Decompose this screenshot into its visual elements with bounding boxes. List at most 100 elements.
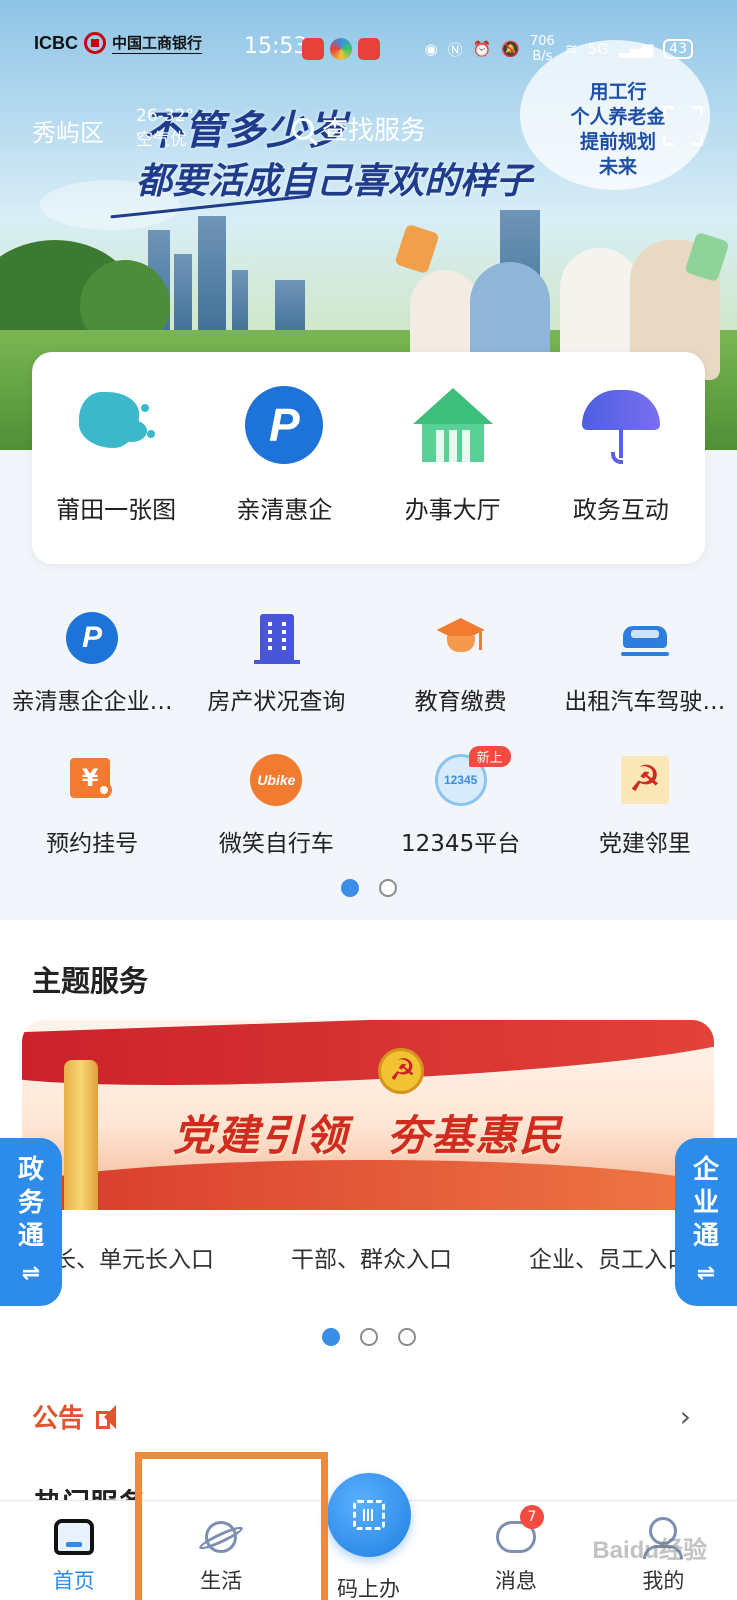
quick-service-label: 党建邻里 bbox=[598, 831, 691, 857]
quick-service-item[interactable]: P 亲清惠企企业… bbox=[0, 610, 184, 752]
quick-service-item[interactable]: 房产状况查询 bbox=[184, 610, 368, 752]
message-icon: 7 bbox=[494, 1505, 544, 1559]
weather-widget[interactable]: 26-32° 空气优 bbox=[136, 104, 194, 152]
promo-line: 未来 bbox=[598, 156, 637, 178]
quick-service-label: 12345平台 bbox=[401, 831, 521, 857]
status-right-group: ◉ Ⓝ ⏰ 🔕 706 B/s ≋ 5G ▂▄▆ 43 bbox=[425, 34, 693, 64]
switch-icon: ⇌ bbox=[21, 1261, 41, 1286]
service-interaction[interactable]: 政务互动 bbox=[537, 352, 705, 564]
nav-label: 首页 bbox=[52, 1569, 95, 1593]
mute-icon: 🔕 bbox=[501, 40, 520, 58]
quick-service-item[interactable]: ¥ 预约挂号 bbox=[0, 752, 184, 894]
grid-page-indicator bbox=[0, 879, 737, 897]
side-tab-char: 企 bbox=[692, 1155, 719, 1185]
map-icon bbox=[73, 382, 159, 468]
hall-icon bbox=[410, 382, 496, 468]
banner-slogan-line2: 都要活成自己喜欢的样子 bbox=[136, 161, 533, 202]
quick-service-label: 教育缴费 bbox=[414, 689, 507, 715]
baidu-watermark: Baidu经验 bbox=[592, 1537, 707, 1564]
theme-page-indicator bbox=[0, 1328, 737, 1346]
app-notification-icon bbox=[302, 38, 324, 60]
quick-service-label: 预约挂号 bbox=[46, 831, 139, 857]
theme-banner[interactable]: 党建引领 夯基惠民 bbox=[22, 1020, 714, 1210]
building-decoration bbox=[198, 216, 226, 340]
notice-bar[interactable]: 公告 bbox=[32, 1398, 124, 1435]
notice-label: 公告 bbox=[32, 1404, 85, 1434]
wifi-icon: ≋ bbox=[564, 40, 578, 58]
entry-tab-cadre[interactable]: 干部、群众入口 bbox=[291, 1240, 452, 1280]
bike-icon: Ubike bbox=[248, 752, 304, 808]
message-count-badge: 7 bbox=[519, 1505, 544, 1529]
nav-messages[interactable]: 7 消息 bbox=[442, 1501, 589, 1600]
service-label: 莆田一张图 bbox=[56, 496, 177, 524]
quick-service-label: 房产状况查询 bbox=[207, 689, 346, 715]
umbrella-icon bbox=[578, 382, 664, 468]
search-button[interactable]: 查找服务 bbox=[292, 110, 426, 147]
page-dot[interactable] bbox=[359, 1328, 378, 1346]
quick-service-item[interactable]: 出租汽车驾驶… bbox=[553, 610, 737, 752]
status-time: 15:53 bbox=[244, 34, 308, 59]
nav-code-service[interactable]: 码上办 bbox=[295, 1473, 442, 1600]
net-speed-value: 706 bbox=[529, 34, 555, 49]
page-dot[interactable] bbox=[378, 879, 397, 897]
side-tab-char: 业 bbox=[692, 1188, 719, 1218]
service-label: 亲清惠企 bbox=[236, 496, 333, 524]
hotline-icon: 12345 新上 bbox=[433, 746, 511, 808]
main-services-card: 莆田一张图 P 亲清惠企 办事大厅 政务互动 bbox=[32, 352, 705, 564]
weather-temp: 26-32° bbox=[136, 106, 194, 126]
wave-decoration bbox=[22, 1160, 714, 1210]
page-dot[interactable] bbox=[340, 879, 359, 897]
service-putian-map[interactable]: 莆田一张图 bbox=[32, 352, 200, 564]
quick-services-grid: P 亲清惠企企业… 房产状况查询 教育缴费 出租汽车驾驶… ¥ 预约挂号 Ubi… bbox=[0, 610, 737, 894]
party-emblem-icon: ☭ bbox=[617, 752, 673, 808]
nav-label: 码上办 bbox=[337, 1577, 401, 1600]
gov-service-side-tab[interactable]: 政 务 通 ⇌ bbox=[0, 1138, 62, 1306]
quick-service-item[interactable]: Ubike 微笑自行车 bbox=[184, 752, 368, 894]
building-icon bbox=[248, 610, 304, 666]
new-badge: 新上 bbox=[468, 746, 511, 767]
side-tab-char: 通 bbox=[692, 1221, 719, 1251]
search-icon bbox=[292, 117, 314, 140]
quick-service-item[interactable]: ☭ 党建邻里 bbox=[553, 752, 737, 894]
scan-icon[interactable] bbox=[663, 106, 703, 146]
service-qinqing[interactable]: P 亲清惠企 bbox=[200, 352, 368, 564]
party-emblem-icon bbox=[378, 1048, 424, 1094]
enterprise-side-tab[interactable]: 企 业 通 ⇌ bbox=[675, 1138, 737, 1306]
registration-icon: ¥ bbox=[64, 752, 120, 808]
side-tab-char: 政 bbox=[17, 1155, 44, 1185]
service-hall[interactable]: 办事大厅 bbox=[369, 352, 537, 564]
app-notification-icon bbox=[330, 38, 352, 60]
page-dot[interactable] bbox=[321, 1328, 340, 1346]
page-dot[interactable] bbox=[397, 1328, 416, 1346]
qinqing-logo-icon: P bbox=[64, 610, 120, 666]
nav-home[interactable]: 首页 bbox=[0, 1501, 147, 1600]
quick-service-item[interactable]: 教育缴费 bbox=[369, 610, 553, 752]
icbc-logo-icon bbox=[84, 32, 106, 54]
status-bar: ICBC 中国工商银行 15:53 ◉ Ⓝ ⏰ 🔕 706 B/s ≋ 5G ▂… bbox=[0, 30, 737, 70]
signal-bars-icon: ▂▄▆ bbox=[618, 40, 654, 58]
net-speed: 706 B/s bbox=[530, 34, 555, 64]
speaker-icon bbox=[96, 1403, 124, 1431]
entry-tab-enterprise[interactable]: 企业、员工入口 bbox=[529, 1240, 690, 1280]
location-selector[interactable]: 秀屿区 bbox=[32, 113, 104, 148]
side-tab-char: 通 bbox=[17, 1221, 44, 1251]
alarm-icon: ⏰ bbox=[472, 40, 492, 58]
chevron-right-icon[interactable]: › bbox=[680, 1400, 691, 1433]
icbc-notification: ICBC 中国工商银行 bbox=[34, 32, 203, 54]
quick-service-label: 亲清惠企企业… bbox=[11, 689, 173, 715]
switch-icon: ⇌ bbox=[696, 1261, 716, 1286]
nav-life[interactable]: 生活 bbox=[147, 1501, 294, 1600]
side-tab-char: 务 bbox=[17, 1188, 44, 1218]
home-icon bbox=[52, 1515, 96, 1559]
icbc-text: ICBC bbox=[34, 32, 78, 53]
theme-banner-text: 党建引领 夯基惠民 bbox=[172, 1111, 564, 1160]
qr-scan-icon[interactable] bbox=[326, 1473, 411, 1557]
promo-line: 用工行 bbox=[589, 81, 647, 103]
quick-service-item[interactable]: 12345 新上 12345平台 bbox=[369, 746, 553, 894]
quick-service-label: 出租汽车驾驶… bbox=[564, 689, 726, 715]
taxi-icon bbox=[617, 610, 673, 666]
battery-indicator: 43 bbox=[663, 39, 693, 59]
nav-label: 消息 bbox=[494, 1569, 537, 1593]
theme-section-title: 主题服务 bbox=[32, 964, 149, 998]
weather-air: 空气优 bbox=[136, 130, 187, 150]
